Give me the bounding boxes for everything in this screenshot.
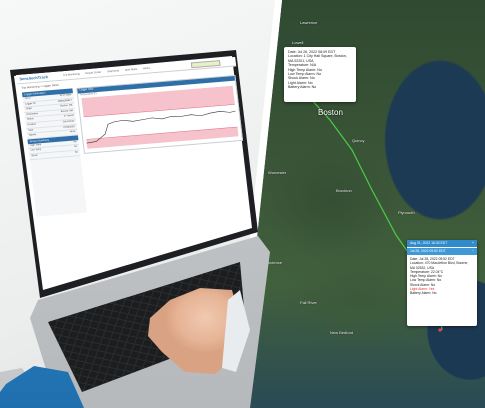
temperature-chart[interactable]: [81, 85, 239, 149]
popup-header-date: Jul 28, 2022 09:52 EDT: [410, 249, 446, 253]
sidebar-row-value: No: [74, 150, 79, 154]
nav-item[interactable]: Admin: [143, 67, 150, 70]
temperature-chart-panel: Logger Data Temperature (F): [76, 74, 244, 154]
route-end-marker: [438, 328, 442, 332]
popup-header-date: Aug 01, 2022 16:30 EDT: [410, 241, 448, 245]
plus-icon[interactable]: +: [472, 240, 474, 247]
sidebar-row-label: Start: [28, 128, 34, 132]
nav-item[interactable]: Report Center: [85, 71, 101, 75]
sidebar-row-value: No: [73, 140, 77, 144]
sidebar-row-value: No: [74, 145, 78, 149]
map-place-label: Fall River: [300, 300, 317, 305]
search-input[interactable]: [190, 60, 221, 69]
popup-expanded-header[interactable]: Jul 28, 2022 09:52 EDT −: [407, 247, 477, 255]
sidebar-row-label: Origin: [25, 107, 33, 111]
sidebar-row-label: Trip #: [24, 96, 31, 100]
popup-battery-alarm: Battery Alarm: No: [288, 85, 317, 90]
sidebar-row-label: Status: [26, 117, 34, 121]
map-place-label: Plymouth: [398, 210, 415, 215]
sidebar-row-label: Low Temp: [30, 148, 42, 152]
chart-low-alarm-band: [86, 126, 239, 149]
map-place-label: Quincy: [352, 138, 365, 143]
popup-battery-alarm: Battery Alarm: No: [410, 291, 437, 296]
map-place-label: Brockton: [336, 188, 352, 193]
minus-icon[interactable]: −: [472, 248, 474, 255]
sidebar-row-value: None: [69, 130, 76, 134]
map-place-label: New Bedford: [330, 330, 354, 335]
sidebar-row-label: Alarms: [28, 133, 37, 137]
popup-body: Date: Jul 28, 2022 09:52 EDT Location: 4…: [407, 255, 477, 298]
nav-item[interactable]: Shipments: [107, 69, 119, 73]
map-info-popup-end[interactable]: Aug 01, 2022 16:30 EDT + Jul 28, 2022 09…: [407, 240, 477, 326]
app-logo[interactable]: SensitechTrack: [19, 74, 48, 81]
map-place-label: Lowell: [292, 40, 304, 45]
map-info-popup-start[interactable]: Date: Jul 26, 2022 08:09 EDT Location: 1…: [284, 47, 356, 102]
logger-info-sidebar: Logger Information Trip #3P17-0094 Logge…: [21, 88, 87, 217]
sidebar-row-label: Logger ID: [25, 101, 36, 106]
sidebar-row-label: Product: [27, 122, 36, 127]
map-place-label: Lawrence: [300, 20, 318, 25]
breadcrumb: Trip Monitoring > Logger Detail: [21, 82, 59, 90]
map-place-label: Worcester: [268, 170, 287, 175]
tracking-app: SensitechTrack Trip Monitoring Report Ce…: [16, 56, 252, 222]
popup-location: Location: 470 MacArthur Blvd, Bourne, MA…: [410, 261, 469, 270]
popup-location: Location: 1 City Hall Square, Boston, MA…: [288, 54, 347, 63]
popup-collapsed-header[interactable]: Aug 01, 2022 16:30 EDT +: [407, 240, 477, 247]
nav-item[interactable]: Alert Rules: [125, 68, 138, 72]
sidebar-row-label: Shock: [31, 153, 38, 158]
nav-item[interactable]: Trip Monitoring: [63, 73, 80, 77]
map-city-label: Boston: [318, 108, 343, 117]
